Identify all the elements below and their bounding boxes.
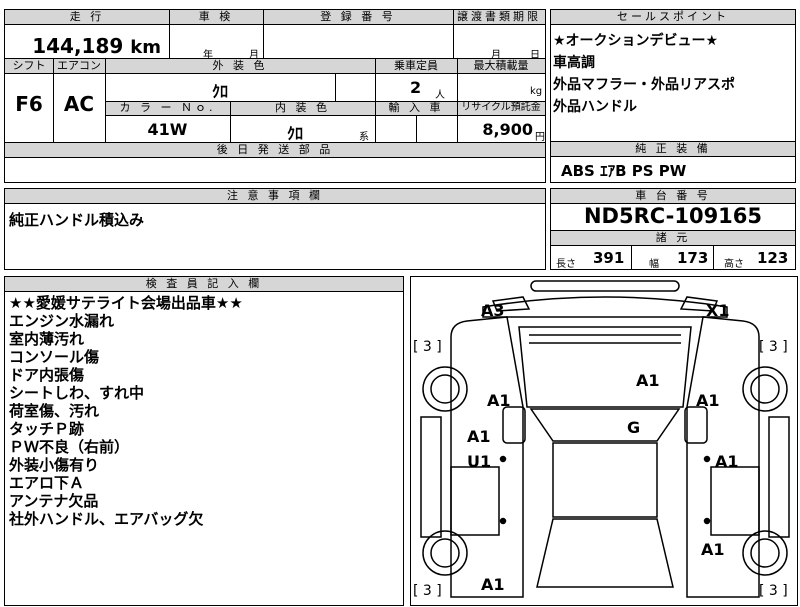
hood-shape xyxy=(518,326,692,408)
inspector-line: エンジン水漏れ xyxy=(9,312,115,330)
inspector-line: 室内薄汚れ xyxy=(9,330,85,348)
import-header: 輸 入 車 xyxy=(375,101,457,116)
capacity-value: 2 xyxy=(410,78,422,97)
inspector-line: エアロ下Ａ xyxy=(9,474,85,492)
color-no-value: 41W xyxy=(147,120,188,139)
notes-value: 純正ハンドル積込み xyxy=(9,211,145,229)
shift-value: F6 xyxy=(15,92,43,116)
front-bumper-shape xyxy=(530,280,680,292)
inspector-line: アンテナ欠品 xyxy=(9,492,99,510)
height-value: 123 xyxy=(757,249,789,267)
inspector-line: 外装小傷有り xyxy=(9,456,100,474)
car-diagram-box: A3 X1 [ 3 ] [ 3 ] [ 3 ] [ 3 ] A1 A1 A1 G… xyxy=(410,276,798,606)
notes-header: 注 意 事 項 欄 xyxy=(5,189,545,204)
chassis-box: 車 台 番 号 ND5RC-109165 xyxy=(550,188,796,232)
inspector-line: 社外ハンドル、エアバッグ欠 xyxy=(9,510,204,528)
mark-left-door2: U1 xyxy=(467,452,492,471)
windshield-shape xyxy=(529,408,681,442)
tire-fr-shape xyxy=(742,366,788,412)
mark-right-front: A1 xyxy=(696,391,720,410)
sales-points-header: セールスポイント xyxy=(551,10,795,25)
chassis-value: ND5RC-109165 xyxy=(583,204,763,228)
equipment-header: 純 正 装 備 xyxy=(551,142,795,157)
length-label: 長さ xyxy=(556,259,576,270)
inspector-line: コンソール傷 xyxy=(9,348,100,366)
chassis-header: 車 台 番 号 xyxy=(551,189,795,204)
parts-header: 後 日 発 送 部 品 xyxy=(5,142,545,158)
tire-rl-shape xyxy=(422,530,468,576)
tire-mark-fl: [ 3 ] xyxy=(413,339,442,355)
inspector-notes: ★★愛媛サテライト会場出品車★★ エンジン水漏れ 室内薄汚れ コンソール傷 ドア… xyxy=(9,294,401,528)
mark-roof: G xyxy=(627,418,641,437)
shift-header: シフト xyxy=(5,59,53,74)
transfer-header: 譲渡書類期限 xyxy=(453,10,545,25)
mark-left-front: A1 xyxy=(487,391,511,410)
mark-right-door: A1 xyxy=(715,452,739,471)
interior-value: ｸﾛ xyxy=(286,124,303,143)
ac-header: エアコン xyxy=(53,59,105,74)
mileage-unit: km xyxy=(130,37,161,58)
front-panel-shape xyxy=(482,296,728,318)
rear-deck-shape xyxy=(536,518,674,588)
color-no-header: カ ラ ー Ｎｏ. xyxy=(105,101,230,116)
tire-mark-rr: [ 3 ] xyxy=(759,583,788,599)
sales-point-item: 外品ハンドル xyxy=(553,99,637,115)
sales-point-item: 車高調 xyxy=(553,55,595,71)
interior-suffix: 系 xyxy=(359,132,369,143)
tire-rr-shape xyxy=(742,530,788,576)
inspector-line: シートしわ、すれ中 xyxy=(9,384,145,402)
mark-left-rear: A1 xyxy=(481,575,505,594)
dimensions-box: 諸 元 長さ 391 幅 173 高さ 123 xyxy=(550,230,796,270)
width-label: 幅 xyxy=(649,259,659,270)
equipment-value: ABS ｴｱB PS PW xyxy=(561,162,687,180)
tire-mark-rl: [ 3 ] xyxy=(413,583,442,599)
inspector-box: 検 査 員 記 入 欄 ★★愛媛サテライト会場出品車★★ エンジン水漏れ 室内薄… xyxy=(4,276,404,606)
sales-points-list: ★オークションデビュー★ 車高調 外品マフラー・外品リアスポ 外品ハンドル xyxy=(553,30,793,118)
exterior-value: ｸﾛ xyxy=(211,82,228,101)
sales-point-item: 外品マフラー・外品リアスポ xyxy=(553,77,735,93)
inspector-line: タッチＰ跡 xyxy=(9,420,85,438)
recycle-value: 8,900 xyxy=(482,120,533,139)
inspector-line: ＰＷ不良（右前） xyxy=(9,438,130,456)
capacity-header: 乗車定員 xyxy=(375,59,457,74)
inspector-line: 荷室傷、汚れ xyxy=(9,402,100,420)
tire-fl-shape xyxy=(422,366,468,412)
sales-points-box: セールスポイント ★オークションデビュー★ 車高調 外品マフラー・外品リアスポ … xyxy=(550,9,796,144)
recycle-header: リサイクル預託金 xyxy=(457,101,545,116)
mark-x1: X1 xyxy=(706,301,730,320)
notes-box: 注 意 事 項 欄 純正ハンドル積込み xyxy=(4,188,546,270)
mark-left-door1: A1 xyxy=(467,427,491,446)
tire-mark-fr: [ 3 ] xyxy=(759,339,788,355)
recycle-unit: 円 xyxy=(535,132,545,143)
payload-header: 最大積載量 xyxy=(457,59,545,74)
ac-value: AC xyxy=(63,92,95,116)
exterior-header: 外 装 色 xyxy=(105,59,375,74)
capacity-unit: 人 xyxy=(435,90,445,101)
inspector-line: ドア内張傷 xyxy=(9,366,85,384)
mileage-number: 144,189 xyxy=(32,34,124,58)
payload-unit: kg xyxy=(530,86,543,97)
width-value: 173 xyxy=(677,249,709,267)
inspector-line: ★★愛媛サテライト会場出品車★★ xyxy=(9,294,243,312)
mark-hood: A1 xyxy=(636,371,660,390)
interior-header: 内 装 色 xyxy=(230,101,375,116)
main-table: 走 行 車 検 登 録 番 号 譲渡書類期限 144,189 km 年 月 月 … xyxy=(4,9,546,183)
roof-shape xyxy=(552,442,658,518)
inspector-header: 検 査 員 記 入 欄 xyxy=(5,277,403,292)
mileage-header: 走 行 xyxy=(5,10,169,25)
reg-header: 登 録 番 号 xyxy=(263,10,453,25)
equipment-box: 純 正 装 備 ABS ｴｱB PS PW xyxy=(550,141,796,183)
mark-right-rear: A1 xyxy=(701,540,725,559)
inspection-header: 車 検 xyxy=(169,10,263,25)
sales-point-item: ★オークションデビュー★ xyxy=(553,33,719,49)
length-value: 391 xyxy=(593,249,625,267)
dimensions-header: 諸 元 xyxy=(551,231,795,246)
height-label: 高さ xyxy=(724,259,744,270)
mark-a3: A3 xyxy=(481,301,505,320)
